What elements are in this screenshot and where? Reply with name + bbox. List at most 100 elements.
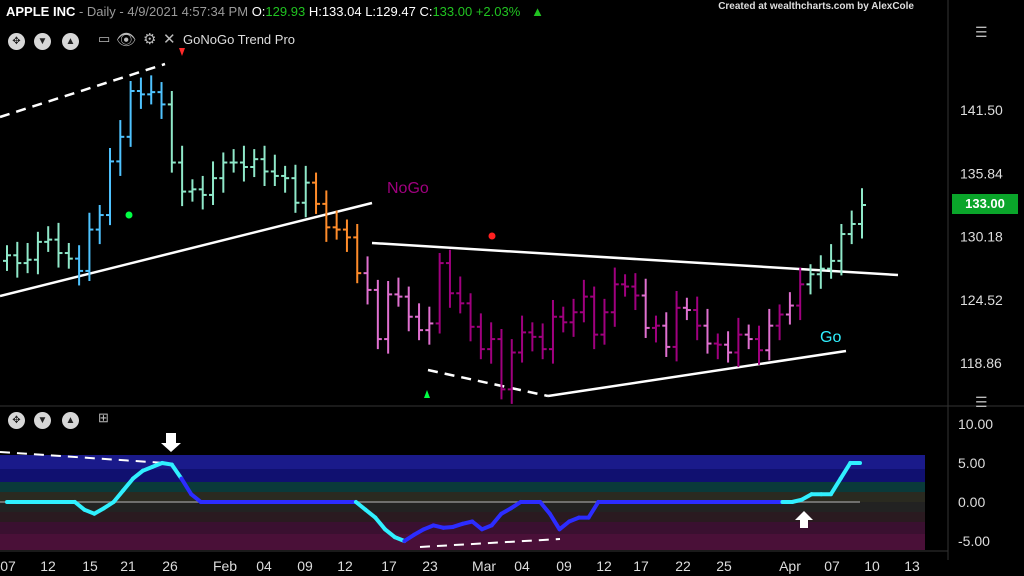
date-tick-label: 22 [675,558,691,574]
oscillator-band [0,482,925,492]
low-value: 129.47 [376,4,416,19]
price-bar [827,244,836,279]
collapse-icon[interactable]: ▼ [34,412,51,429]
expand-icon[interactable]: ▲ [62,33,79,50]
date-axis: 07 12 15 21 26 Feb 04 09 12 17 23 Mar 04 09 12 17 22 25 Ap… [0,558,920,574]
price-bar [724,331,733,363]
price-bar [610,267,619,327]
price-bar [106,147,115,226]
oscillator-tick-label: 5.00 [958,455,985,471]
price-bar [250,149,259,178]
price-bar [167,91,176,173]
price-bar [126,80,135,147]
price-bar [270,154,279,186]
price-bar [44,226,53,252]
price-bar [765,308,774,361]
price-bar [384,280,393,354]
price-bar [136,77,145,109]
date-tick-label: 04 [256,558,272,574]
price-bar [590,286,599,350]
price-bar [435,253,444,334]
price-bar [775,304,784,341]
price-bar [291,164,300,213]
support-trendline [0,201,373,298]
price-bars [3,75,866,404]
price-bar [538,323,547,360]
red-triangle-marker [179,48,185,56]
close-label: C: [419,4,433,19]
date-tick-label: 09 [556,558,572,574]
date-tick-label: 07 [0,558,16,574]
price-bar [476,313,485,360]
collapse-icon[interactable]: ▼ [34,33,51,50]
date-tick-label: 07 [824,558,840,574]
price-bar [672,291,681,362]
price-bar [147,75,156,105]
price-bar [466,293,475,342]
price-bar [342,219,351,252]
price-bar [559,306,568,333]
price-bar [281,165,290,193]
price-bar [95,204,104,245]
price-bar [507,339,516,404]
price-bar [754,325,763,365]
price-bar [209,161,218,205]
interval-time: - Daily - 4/9/2021 4:57:34 PM [78,4,249,19]
symbol-name: APPLE INC [6,4,76,19]
gear-icon[interactable]: ⚙ [143,30,156,48]
close-icon[interactable]: ✕ [163,30,176,48]
menu-icon[interactable]: ☰ [975,24,988,41]
price-bar [33,231,42,275]
price-bar [188,179,197,202]
move-icon[interactable]: ✥ [8,33,25,50]
price-bar [518,315,527,363]
price-tick-label: 118.86 [960,355,1002,371]
price-bar [363,256,372,305]
price-bar [75,245,84,286]
expand-icon[interactable]: ▲ [62,412,79,429]
price-bar [198,175,207,210]
date-tick-label: 21 [120,558,136,574]
date-tick-label: 12 [337,558,353,574]
price-bar [116,120,125,176]
credit-text: Created at wealthcharts.com by AlexCole [718,1,914,12]
price-bar [301,165,310,218]
price-bar [64,242,73,269]
minimize-icon[interactable]: ▭ [98,31,110,47]
indicator-name: GoNoGo Trend Pro [183,32,295,47]
date-tick-label: 13 [904,558,920,574]
price-bar [621,274,630,297]
chart-canvas[interactable]: 141.50 135.84 130.18 124.52 118.86 10.00 5.00… [0,0,1024,576]
menu-icon[interactable]: ☰ [975,394,988,411]
chart-header: APPLE INC - Daily - 4/9/2021 4:57:34 PM … [6,4,544,19]
green-triangle-marker [424,390,430,398]
low-label: L: [365,4,377,19]
oscillator-tick-label: 0.00 [958,494,985,510]
price-bar [487,322,496,364]
date-tick-label: 25 [716,558,732,574]
move-icon[interactable]: ✥ [8,412,25,429]
open-label: O: [251,4,266,19]
eye-icon[interactable]: 👁 [116,30,136,50]
oscillator-axis: 10.00 5.00 0.00 -5.00 [958,416,993,549]
price-bar [312,172,321,214]
price-bar [548,299,557,364]
date-tick-label: 17 [633,558,649,574]
price-bar [734,317,743,368]
add-panel-icon[interactable]: ⊞ [98,410,109,426]
price-tick-label: 135.84 [960,165,1003,181]
date-tick-label: 12 [596,558,612,574]
price-bar [229,149,238,173]
date-tick-label: 10 [864,558,880,574]
price-bar [651,315,660,343]
price-bar [404,286,413,332]
date-tick-label: Apr [779,558,801,574]
price-bar [744,324,753,350]
oscillator-tick-label: -5.00 [958,533,990,549]
date-tick-label: 15 [82,558,98,574]
high-value: 133.04 [321,4,362,19]
price-bar [847,210,856,245]
price-bar [260,145,269,186]
price-bar [85,212,94,281]
down-arrow-marker [161,433,181,452]
